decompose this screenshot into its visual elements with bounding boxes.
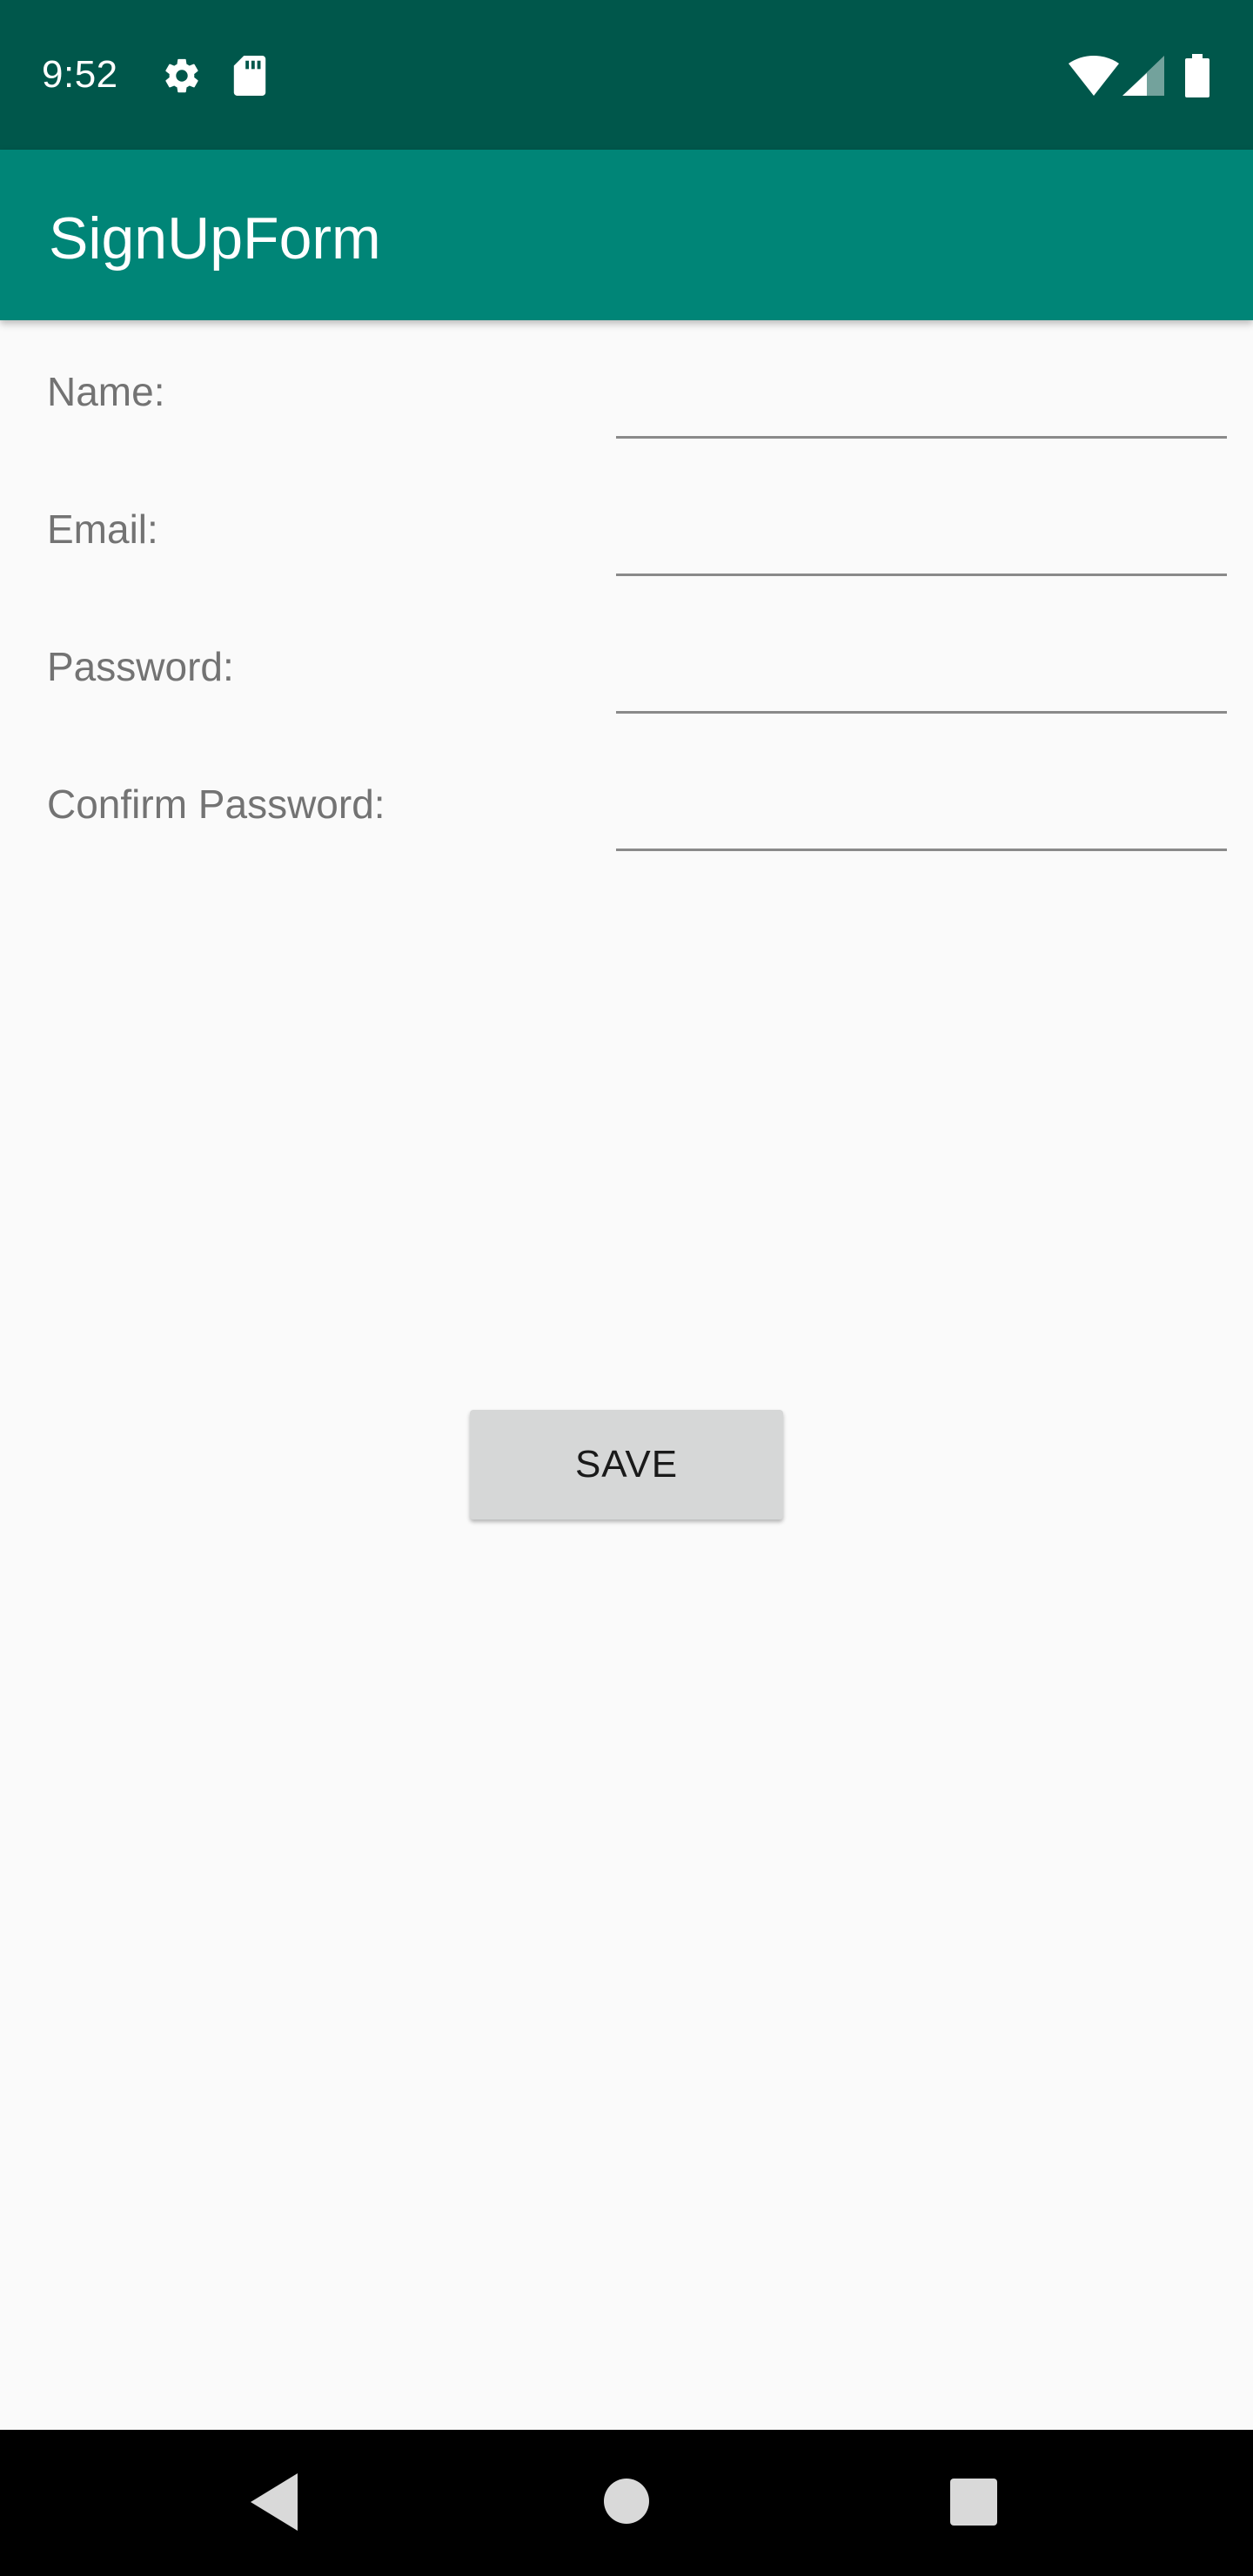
back-icon[interactable] [251, 2473, 298, 2531]
save-button[interactable]: SAVE [470, 1410, 783, 1519]
sdcard-icon [233, 56, 266, 96]
confirm-password-label: Confirm Password: [47, 782, 385, 827]
home-icon[interactable] [604, 2479, 649, 2524]
name-input[interactable] [616, 360, 1227, 439]
cell-signal-icon [1122, 56, 1164, 96]
confirm-password-input[interactable] [616, 773, 1227, 851]
app-title: SignUpForm [49, 205, 381, 272]
app-bar: SignUpForm [0, 150, 1253, 320]
email-input[interactable] [616, 498, 1227, 576]
password-input[interactable] [616, 635, 1227, 714]
name-row: Name: [0, 355, 1253, 493]
battery-icon [1185, 54, 1209, 97]
email-row: Email: [0, 493, 1253, 630]
confirm-password-row: Confirm Password: [0, 768, 1253, 905]
name-label: Name: [47, 369, 165, 414]
password-row: Password: [0, 630, 1253, 768]
gear-icon [165, 58, 198, 93]
nav-bar [0, 2430, 1253, 2576]
email-label: Email: [47, 506, 158, 552]
status-bar: 9:52 [0, 0, 1253, 150]
status-time: 9:52 [42, 53, 118, 96]
recents-icon[interactable] [950, 2479, 997, 2526]
password-label: Password: [47, 644, 234, 689]
wifi-icon [1069, 56, 1119, 96]
